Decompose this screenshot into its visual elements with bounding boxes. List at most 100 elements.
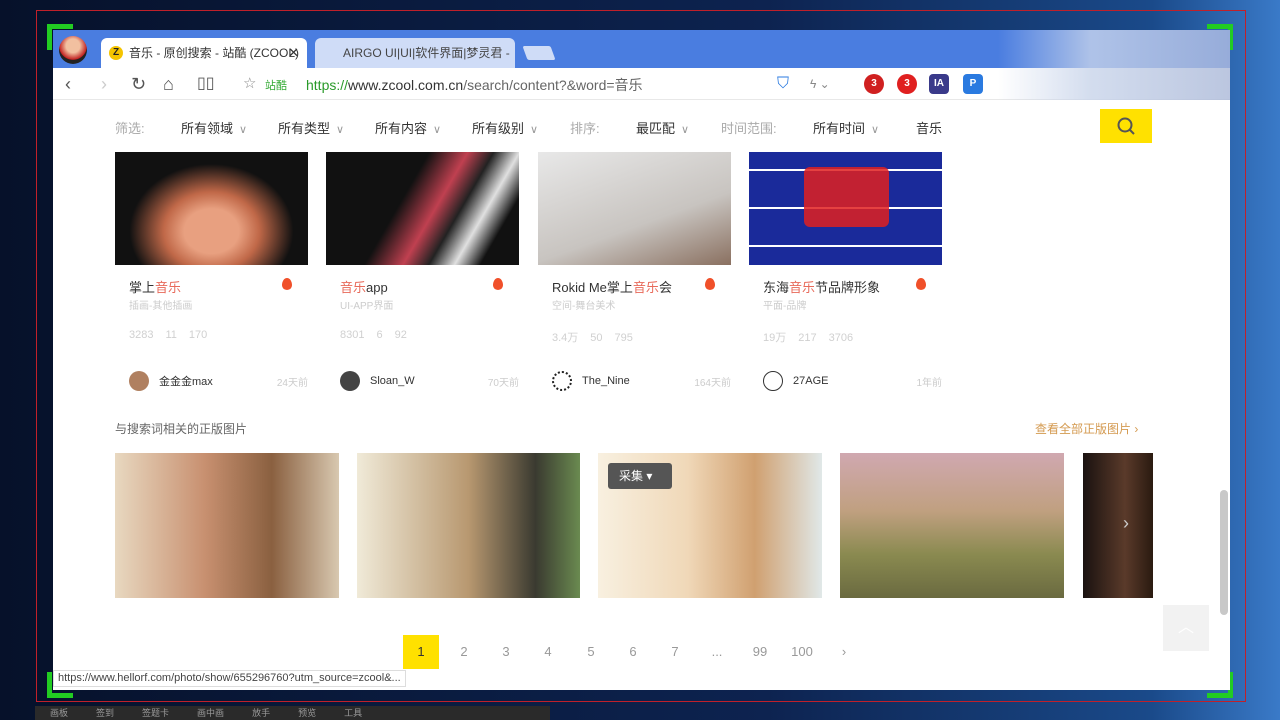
page-99[interactable]: 99: [742, 635, 778, 669]
view-all-link[interactable]: 查看全部正版图片 ›: [1035, 420, 1138, 437]
author-avatar: [552, 371, 572, 391]
author[interactable]: Sloan_W: [340, 371, 415, 391]
page-7[interactable]: 7: [657, 635, 693, 669]
browser-window: Z 音乐 - 原创搜索 - 站酷 (ZCOOL) ✕ AIRGO UI|UI|软件界…: [53, 30, 1230, 690]
work-card[interactable]: 东海音乐节品牌形象 平面-品牌 19万 217 3706 27AGE 1年前: [749, 152, 942, 391]
dropdown-label: 所有领域: [181, 121, 234, 136]
recorder-tool[interactable]: 工具: [344, 706, 362, 720]
work-category: UI-APP界面: [340, 301, 394, 312]
page-5[interactable]: 5: [573, 635, 609, 669]
filter-type-dropdown[interactable]: 所有类型 ∨: [278, 118, 344, 137]
reload-icon[interactable]: ↻: [131, 72, 146, 96]
work-card[interactable]: Rokid Me掌上音乐会 空间-舞台美术 3.4万 50 795 The_Nine…: [538, 152, 731, 391]
work-thumbnail[interactable]: [538, 152, 731, 265]
work-category: 插画-其他插画: [129, 301, 193, 312]
blurred-overlay: [998, 30, 1230, 100]
work-title[interactable]: 东海音乐节品牌形象: [763, 277, 880, 296]
page-ellipsis: ...: [711, 644, 723, 659]
author[interactable]: The_Nine: [552, 371, 630, 391]
page-2[interactable]: 2: [446, 635, 482, 669]
chevron-down-icon: ∨: [871, 124, 880, 136]
home-icon[interactable]: ⌂: [163, 72, 174, 96]
url-host: www.zcool.com.cn: [348, 77, 464, 93]
page-100[interactable]: 100: [784, 635, 820, 669]
author-name: 27AGE: [793, 375, 829, 387]
next-page-button[interactable]: ›: [826, 635, 862, 669]
author[interactable]: 金金金max: [129, 371, 213, 391]
back-icon[interactable]: ‹: [65, 72, 71, 96]
ia-extension-icon[interactable]: IA: [929, 74, 949, 94]
shield-icon[interactable]: ⛉: [777, 72, 789, 96]
stock-photo[interactable]: ›: [1083, 453, 1153, 598]
likes-count: 170: [188, 329, 208, 341]
stock-photo[interactable]: [840, 453, 1064, 598]
new-tab-button[interactable]: [522, 46, 556, 60]
scrollbar[interactable]: [1220, 490, 1228, 615]
search-input[interactable]: 音乐: [916, 118, 1096, 137]
filter-bar: 筛选: 所有领域 ∨ 所有类型 ∨ 所有内容 ∨ 所有级别 ∨ 排序: 最匹配 ∨ 时间范…: [53, 102, 1230, 146]
page-6[interactable]: 6: [615, 635, 651, 669]
page-1[interactable]: 1: [403, 635, 439, 669]
user-avatar[interactable]: [59, 36, 87, 64]
author-name: 金金金max: [159, 376, 213, 388]
work-stats: 3283 11 170: [129, 329, 219, 341]
hot-icon: [705, 278, 715, 290]
work-card[interactable]: 掌上音乐 插画-其他插画 3283 11 170 金金金max 24天前: [115, 152, 308, 391]
work-title[interactable]: 掌上音乐: [129, 277, 181, 296]
star-icon[interactable]: ☆: [243, 72, 256, 96]
recorder-tool[interactable]: 签题卡: [142, 706, 169, 720]
page-3[interactable]: 3: [488, 635, 524, 669]
recorder-tool[interactable]: 画中画: [197, 706, 224, 720]
address-bar[interactable]: https://www.zcool.com.cn/search/content?…: [306, 75, 643, 95]
recorder-tool[interactable]: 预览: [298, 706, 316, 720]
work-title[interactable]: 音乐app: [340, 277, 388, 296]
work-thumbnail[interactable]: [326, 152, 519, 265]
work-thumbnail[interactable]: [749, 152, 942, 265]
filter-level-dropdown[interactable]: 所有级别 ∨: [472, 118, 538, 137]
adblock-extension-icon[interactable]: 3: [864, 74, 884, 94]
collect-button[interactable]: 采集 ▾: [608, 463, 672, 489]
forward-icon[interactable]: ›: [101, 72, 107, 96]
stock-photo[interactable]: [115, 453, 339, 598]
reader-icon[interactable]: ▯▯: [197, 72, 215, 96]
work-title[interactable]: Rokid Me掌上音乐会: [552, 277, 672, 296]
filter-content-dropdown[interactable]: 所有内容 ∨: [375, 118, 441, 137]
tab-zcool[interactable]: Z 音乐 - 原创搜索 - 站酷 (ZCOOL) ✕: [101, 38, 307, 68]
site-label: 站酷: [265, 80, 287, 92]
work-stats: 8301 6 92: [340, 329, 419, 341]
work-card[interactable]: 音乐app UI-APP界面 8301 6 92 Sloan_W 70天前: [326, 152, 519, 391]
search-button[interactable]: [1100, 109, 1152, 143]
author-name: The_Nine: [582, 375, 630, 387]
p-extension-icon[interactable]: P: [963, 74, 983, 94]
author-avatar: [763, 371, 783, 391]
recorder-toolbar: 画板 签到 签题卡 画中画 放手 预览 工具: [35, 706, 550, 720]
hot-icon: [282, 278, 292, 290]
comments-count: 50: [590, 332, 603, 344]
close-tab-icon[interactable]: ✕: [288, 38, 299, 68]
chevron-down-icon: ∨: [336, 124, 345, 136]
time-dropdown[interactable]: 所有时间 ∨: [813, 118, 879, 137]
chevron-down-icon: ∨: [239, 124, 248, 136]
next-photo-icon[interactable]: ›: [1123, 513, 1129, 534]
flash-icon[interactable]: ϟ ⌄: [810, 72, 830, 96]
tab-label: AIRGO UI|UI|软件界面|梦灵君 -: [343, 46, 510, 60]
recorder-tool[interactable]: 画板: [50, 706, 68, 720]
author[interactable]: 27AGE: [763, 371, 828, 391]
tab-airgo[interactable]: AIRGO UI|UI|软件界面|梦灵君 -: [315, 38, 515, 68]
author-avatar: [340, 371, 360, 391]
hot-icon: [493, 278, 503, 290]
views-count: 3283: [129, 329, 154, 341]
likes-count: 92: [394, 329, 407, 341]
post-time: 164天前: [694, 378, 731, 389]
page-4[interactable]: 4: [530, 635, 566, 669]
recorder-tool[interactable]: 放手: [252, 706, 270, 720]
opera-extension-icon[interactable]: 3: [897, 74, 917, 94]
recorder-tool[interactable]: 签到: [96, 706, 114, 720]
work-thumbnail[interactable]: [115, 152, 308, 265]
back-to-top-button[interactable]: ︿: [1163, 605, 1209, 651]
sort-dropdown[interactable]: 最匹配 ∨: [636, 118, 689, 137]
stock-photo[interactable]: [357, 453, 580, 598]
filter-domain-dropdown[interactable]: 所有领域 ∨: [181, 118, 247, 137]
chevron-down-icon: ∨: [681, 124, 690, 136]
author-name: Sloan_W: [370, 375, 415, 387]
